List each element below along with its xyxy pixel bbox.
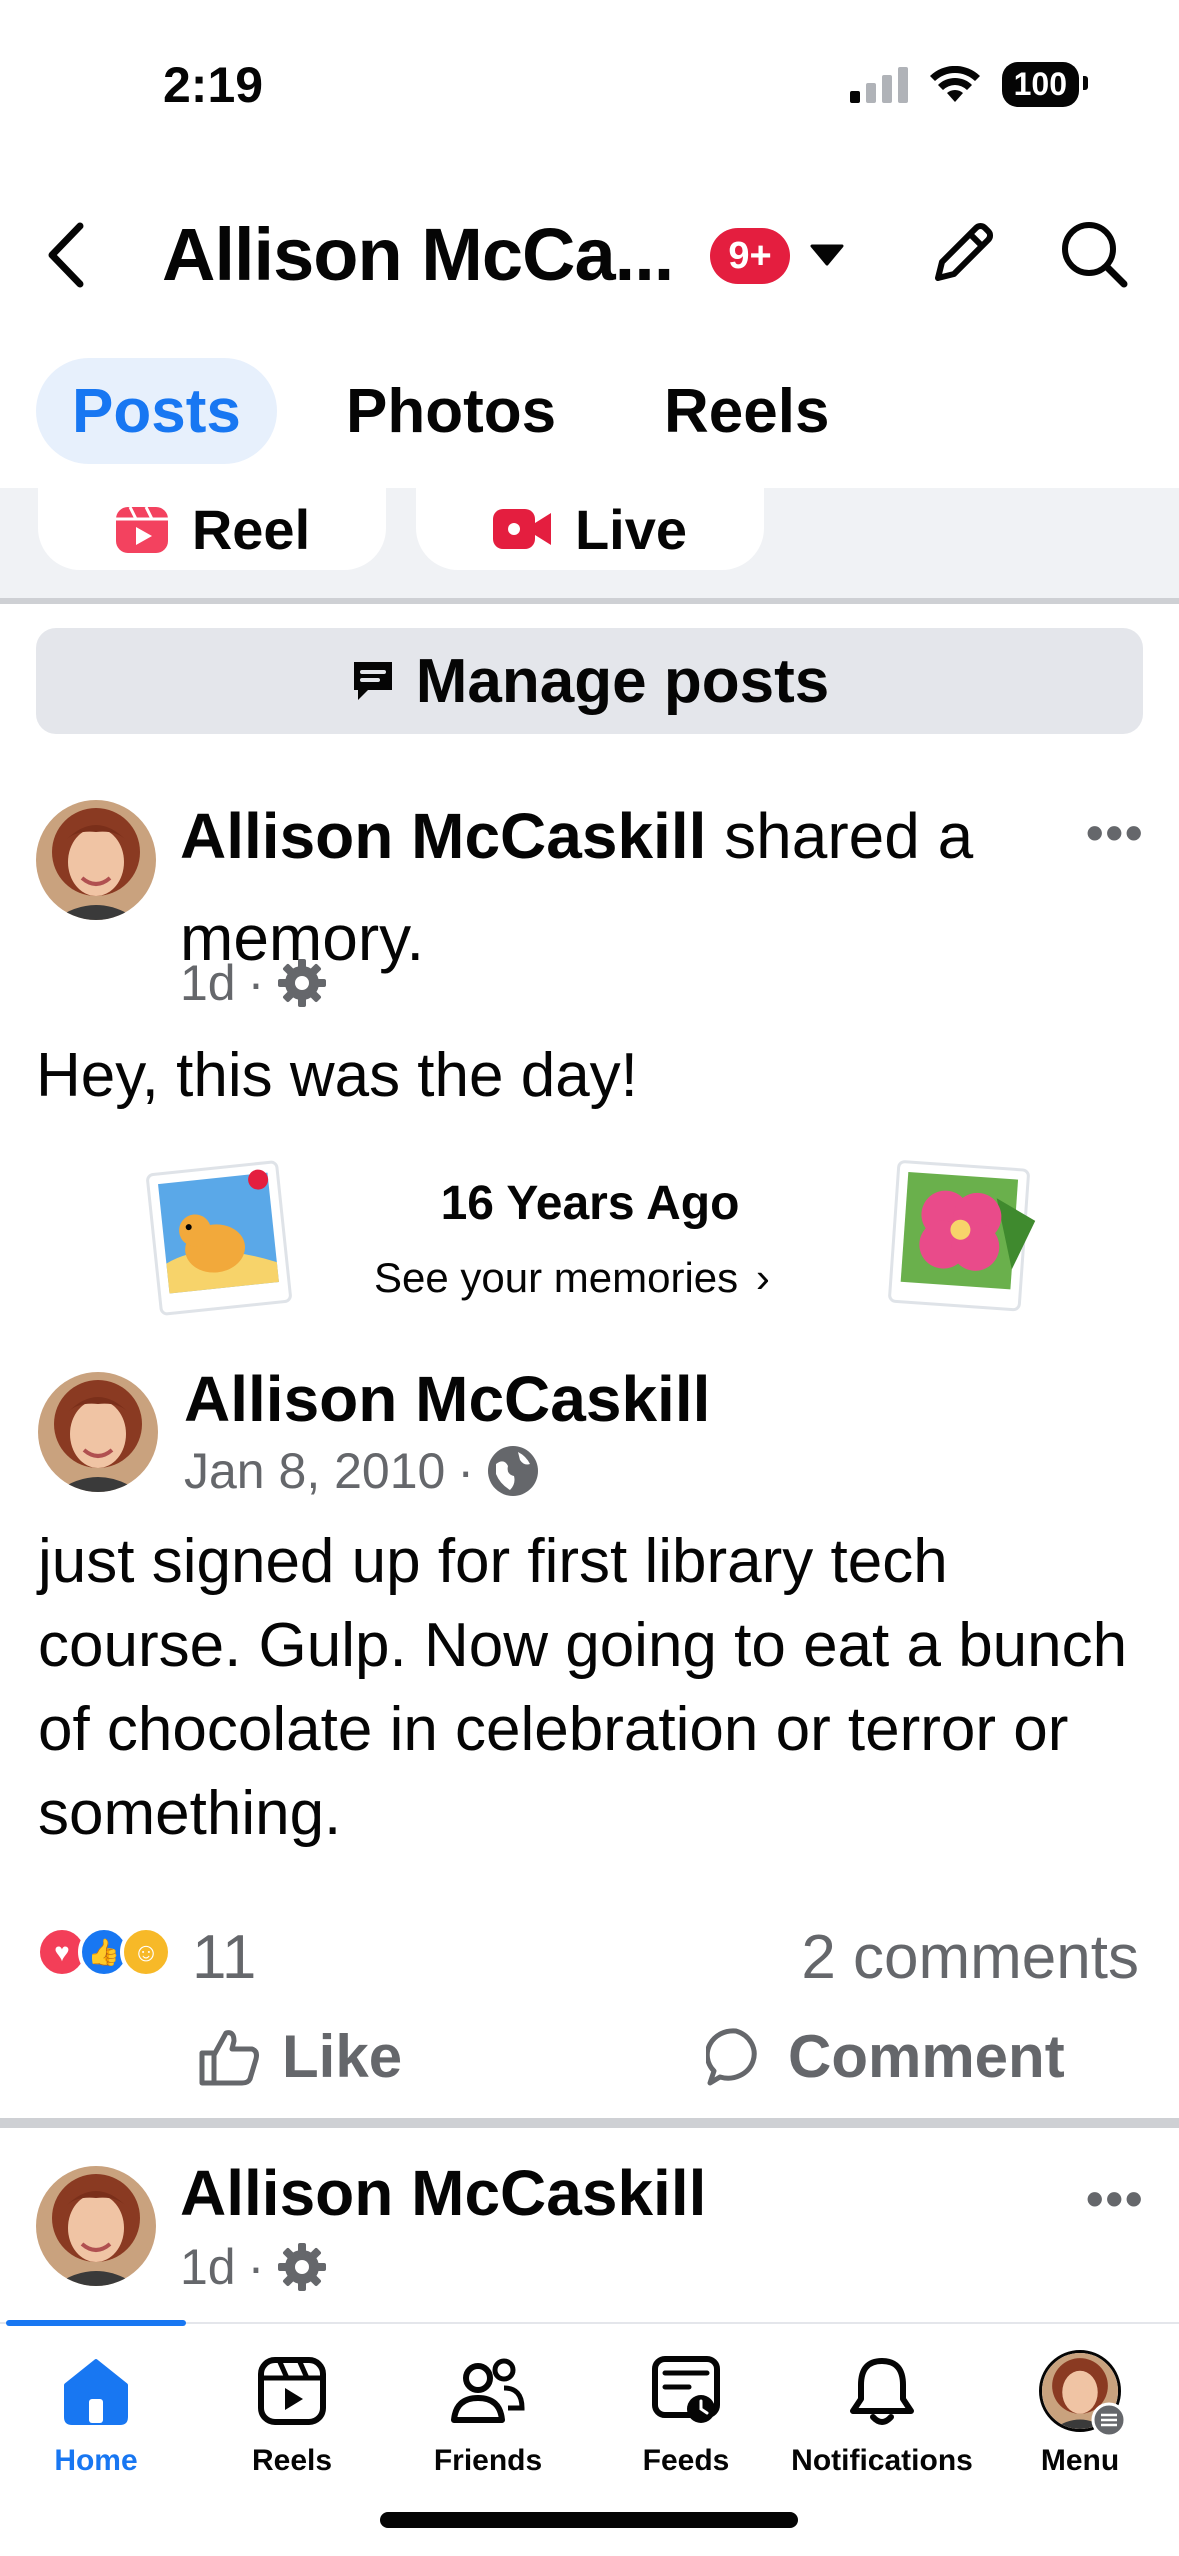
create-reel-button[interactable]: Reel: [38, 488, 386, 570]
reels-icon: [258, 2357, 326, 2425]
home-icon: [64, 2359, 128, 2425]
nav-menu[interactable]: Menu: [982, 2350, 1178, 2478]
battery-indicator: 100: [1001, 62, 1089, 107]
reaction-count[interactable]: 11: [192, 1922, 256, 1993]
pencil-icon: [935, 223, 993, 281]
go-live-button[interactable]: Live: [416, 488, 764, 570]
back-button[interactable]: [46, 222, 86, 293]
cellular-signal-icon: [849, 66, 908, 103]
caret-down-icon: [810, 244, 844, 266]
manage-posts-button[interactable]: Manage posts: [36, 628, 1143, 734]
next-post-author[interactable]: Allison McCaskill: [180, 2156, 706, 2230]
post-time: 1d: [180, 955, 236, 1011]
see-memories-link[interactable]: See your memories ›: [374, 1254, 770, 1302]
care-reaction-icon: ☺: [120, 1926, 172, 1978]
post-text: Hey, this was the day!: [36, 1041, 638, 1110]
status-icons: 100: [849, 62, 1089, 107]
profile-photo: [36, 2166, 156, 2286]
tab-reels[interactable]: Reels: [628, 358, 865, 464]
like-label: Like: [282, 2023, 403, 2090]
nav-friends-label: Friends: [433, 2444, 543, 2477]
nav-feeds[interactable]: Feeds: [588, 2350, 784, 2478]
like-button[interactable]: Like: [198, 2022, 402, 2091]
original-post-meta: Jan 8, 2010 ·: [184, 1442, 540, 1500]
author-name[interactable]: Allison McCaskill: [180, 800, 706, 872]
comment-label: Comment: [788, 2023, 1065, 2090]
separator-dot: ·: [247, 2239, 265, 2295]
active-tab-indicator: [6, 2320, 186, 2326]
post-meta: 1d ·: [180, 954, 328, 1012]
profile-photo: [38, 1372, 158, 1492]
post-time: 1d: [180, 2239, 236, 2295]
post-divider: [0, 2118, 1179, 2128]
manage-posts-label: Manage posts: [415, 646, 830, 716]
nav-menu-label: Menu: [1040, 2444, 1120, 2477]
reel-icon: [115, 506, 168, 553]
profile-switcher-button[interactable]: [810, 244, 844, 271]
home-indicator: [380, 2512, 798, 2528]
original-post-text: just signed up for first library tech co…: [38, 1527, 1128, 1848]
search-button[interactable]: [1058, 218, 1130, 295]
separator-dot: ·: [457, 1443, 474, 1499]
nav-reels[interactable]: Reels: [194, 2350, 390, 2478]
status-time: 2:19: [163, 57, 264, 113]
globe-icon: [487, 1446, 538, 1496]
feeds-icon: [652, 2356, 720, 2423]
tab-photos[interactable]: Photos: [310, 358, 592, 464]
separator-dot: ·: [247, 955, 265, 1011]
avatar[interactable]: [36, 2166, 156, 2286]
memory-dog-illustration: [144, 1158, 294, 1323]
nav-notifications[interactable]: Notifications: [784, 2350, 980, 2478]
notification-badge: 9+: [710, 228, 790, 284]
original-post-date: Jan 8, 2010: [184, 1443, 446, 1499]
tab-posts[interactable]: Posts: [36, 358, 277, 464]
memory-title: 16 Years Ago: [440, 1177, 740, 1230]
page-title[interactable]: Allison McCa...: [162, 212, 674, 297]
menu-lines-icon: [1091, 2402, 1127, 2438]
reactions-summary[interactable]: ♥ 👍 ☺: [36, 1926, 172, 1978]
video-camera-icon: [492, 509, 551, 549]
more-options-button[interactable]: •••: [1086, 2170, 1145, 2228]
edit-button[interactable]: [928, 218, 998, 293]
nav-home-label: Home: [54, 2444, 138, 2477]
section-divider: [0, 598, 1179, 604]
friends-icon: [451, 2358, 525, 2423]
chevron-right-icon: ›: [755, 1254, 770, 1301]
avatar[interactable]: [38, 1372, 158, 1492]
gear-icon: [278, 959, 327, 1007]
flower-photo-icon: [888, 1160, 1036, 1312]
chevron-left-icon: [48, 222, 84, 288]
thumbs-up-icon: [199, 2029, 259, 2085]
comments-count[interactable]: 2 comments: [801, 1922, 1139, 1993]
search-icon: [1062, 222, 1128, 288]
dog-photo-icon: [146, 1160, 292, 1316]
comment-button[interactable]: Comment: [706, 2022, 1065, 2091]
comment-bubble-icon: [706, 2027, 757, 2085]
nav-reels-label: Reels: [251, 2444, 333, 2477]
speech-bubble-icon: [353, 662, 392, 700]
profile-photo: [36, 800, 156, 920]
next-post-meta: 1d ·: [180, 2238, 328, 2296]
wifi-icon: [929, 65, 980, 102]
original-author-name[interactable]: Allison McCaskill: [184, 1362, 710, 1436]
avatar[interactable]: [36, 800, 156, 920]
bell-icon: [850, 2358, 914, 2425]
more-options-button[interactable]: •••: [1086, 804, 1145, 862]
nav-notifications-label: Notifications: [791, 2444, 973, 2477]
live-label: Live: [574, 497, 688, 561]
reel-label: Reel: [191, 497, 311, 561]
memory-flower-illustration: [884, 1156, 1044, 1321]
see-memories-label: See your memories: [374, 1254, 739, 1301]
nav-feeds-label: Feeds: [642, 2444, 730, 2477]
gear-icon: [278, 2243, 327, 2291]
nav-home[interactable]: Home: [0, 2350, 194, 2478]
nav-friends[interactable]: Friends: [390, 2350, 586, 2478]
